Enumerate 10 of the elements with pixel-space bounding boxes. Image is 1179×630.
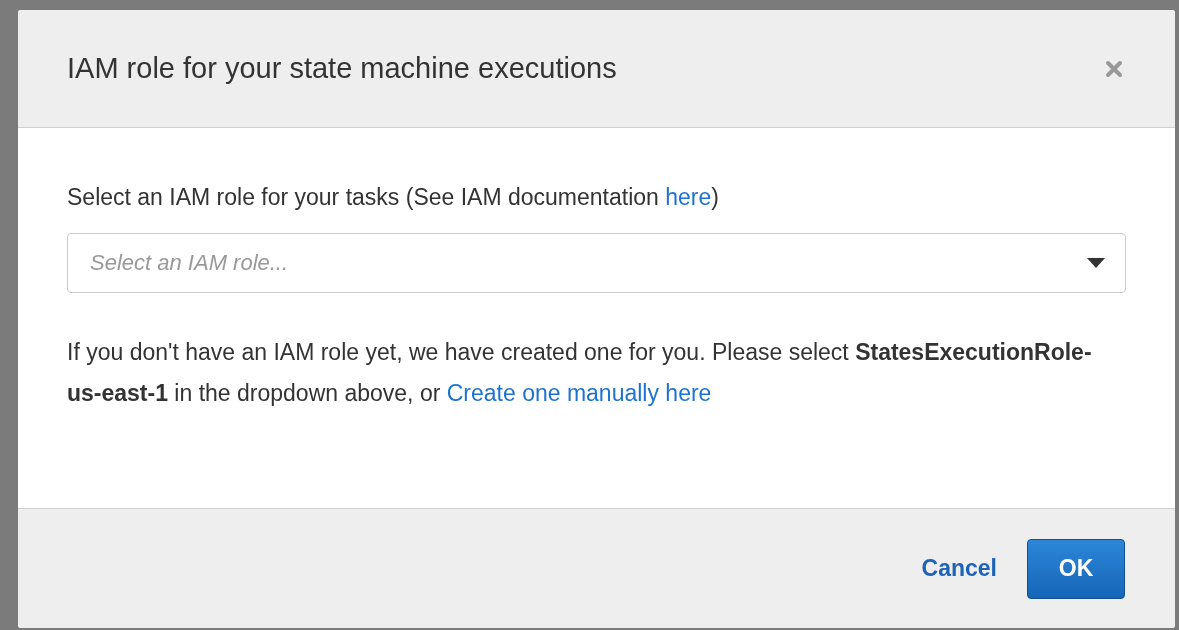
- ok-button[interactable]: OK: [1027, 538, 1125, 599]
- role-label: Select an IAM role for your tasks (See IAM documentation here): [67, 183, 720, 212]
- create-role-link[interactable]: Create one manually here: [446, 380, 712, 406]
- caret-icon: [1087, 258, 1105, 268]
- close-icon[interactable]: [1105, 59, 1123, 78]
- role-dropdown[interactable]: Select an IAM role...: [67, 233, 1126, 293]
- cancel-link[interactable]: Cancel: [921, 551, 997, 586]
- documentation-link[interactable]: here: [665, 184, 712, 210]
- info-text: If you don't have an IAM role yet, we have created one for you. Please select StatesExecutionRole-us-east-1 in the dropdown above, or Create one manually here: [67, 338, 1093, 408]
- dialog-title: IAM role for your state machine executions: [67, 52, 617, 85]
